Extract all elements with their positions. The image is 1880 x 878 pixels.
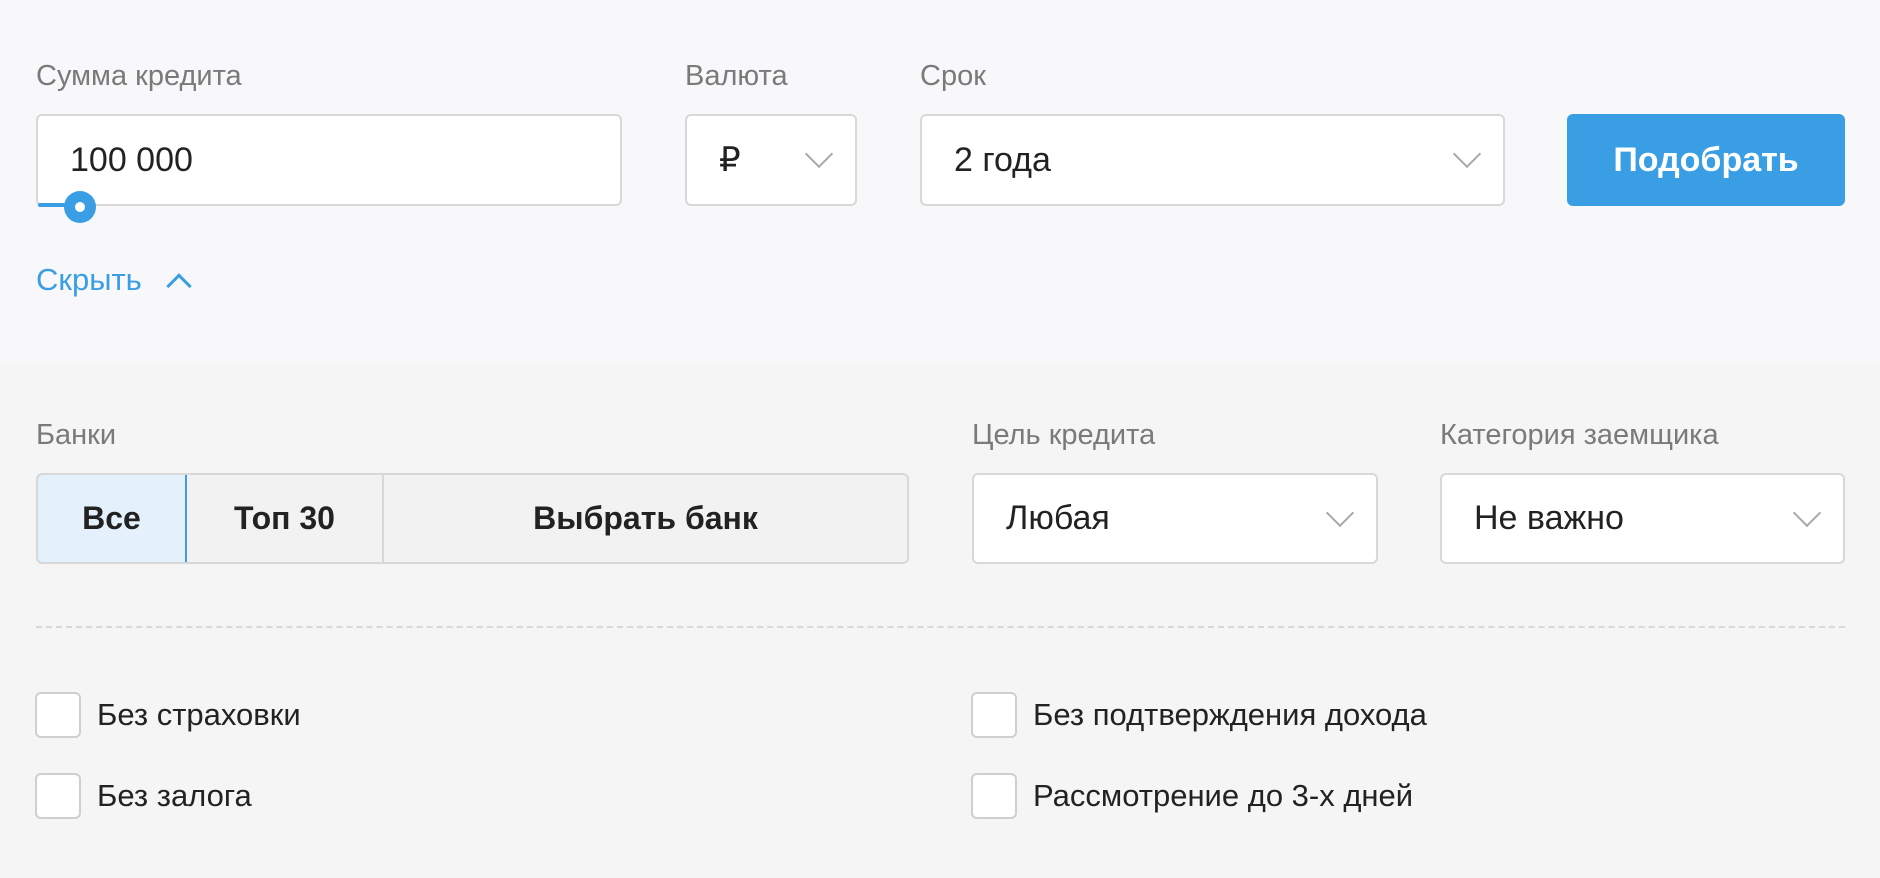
loan-amount-value: 100 000 — [70, 140, 193, 179]
checkbox-review-3-days[interactable]: Рассмотрение до 3-х дней — [971, 773, 1413, 819]
checkbox-no-collateral[interactable]: Без залога — [35, 773, 252, 819]
dashed-divider — [36, 626, 1845, 628]
banks-label: Банки — [36, 419, 117, 451]
find-button[interactable]: Подобрать — [1567, 114, 1845, 206]
chevron-up-icon — [166, 273, 192, 299]
checkbox-label: Без залога — [97, 778, 252, 813]
chevron-down-icon — [1325, 498, 1355, 527]
term-value: 2 года — [954, 140, 1051, 179]
hide-filters-link[interactable]: Скрыть — [36, 262, 192, 299]
currency-select[interactable]: ₽ — [685, 114, 857, 206]
currency-label: Валюта — [685, 60, 788, 92]
checkbox-box[interactable] — [971, 773, 1017, 819]
purpose-label: Цель кредита — [972, 419, 1156, 451]
borrower-category-select[interactable]: Не важно — [1440, 473, 1845, 564]
purpose-value: Любая — [1006, 499, 1110, 537]
chevron-down-icon — [1452, 139, 1482, 169]
checkbox-label: Без страховки — [97, 697, 301, 732]
currency-value: ₽ — [719, 141, 741, 179]
checkbox-box[interactable] — [971, 692, 1017, 738]
chevron-down-icon — [804, 139, 834, 169]
checkbox-label: Рассмотрение до 3-х дней — [1033, 778, 1414, 813]
term-select[interactable]: 2 года — [920, 114, 1505, 206]
loan-amount-input[interactable]: 100 000 — [36, 114, 622, 206]
term-label: Срок — [920, 60, 986, 92]
main-filter-panel: Сумма кредита 100 000 Валюта ₽ Срок 2 го… — [0, 0, 1880, 364]
borrower-category-label: Категория заемщика — [1440, 419, 1719, 451]
checkbox-box[interactable] — [35, 692, 81, 738]
chevron-down-icon — [1792, 498, 1822, 527]
purpose-select[interactable]: Любая — [972, 473, 1378, 564]
borrower-category-value: Не важно — [1474, 499, 1624, 537]
banks-option-top30[interactable]: Топ 30 — [187, 475, 384, 562]
checkbox-no-insurance[interactable]: Без страховки — [35, 692, 301, 738]
checkbox-box[interactable] — [35, 773, 81, 819]
banks-option-choose[interactable]: Выбрать банк — [384, 475, 907, 562]
hide-filters-label: Скрыть — [36, 262, 142, 297]
banks-option-all[interactable]: Все — [38, 475, 187, 562]
checkbox-no-income-proof[interactable]: Без подтверждения дохода — [971, 692, 1427, 738]
banks-segmented-control: Все Топ 30 Выбрать банк — [36, 473, 909, 564]
checkbox-label: Без подтверждения дохода — [1033, 697, 1427, 732]
loan-amount-slider-handle[interactable] — [64, 191, 96, 223]
loan-amount-label: Сумма кредита — [36, 60, 242, 92]
